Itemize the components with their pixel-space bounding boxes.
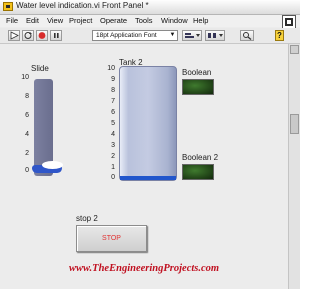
chevron-down-icon: ▼ [169,32,176,38]
watermark-text: www.TheEngineeringProjects.com [68,263,220,274]
scroll-up-button[interactable] [290,45,299,54]
tank-scale-tick: 3 [111,142,115,149]
search-button[interactable] [240,30,254,41]
slide-scale-tick: 6 [25,112,29,119]
vertical-scrollbar[interactable] [288,44,300,289]
boolean-2-led [182,164,214,180]
tank-scale-tick: 7 [111,98,115,105]
slide-label: Slide [31,64,49,73]
slide-thumb[interactable] [42,161,63,169]
slide-scale-tick: 0 [25,167,29,174]
tank-scale-tick: 2 [111,153,115,160]
run-continuous-button[interactable] [22,30,34,41]
menu-window[interactable]: Window [161,16,188,25]
vi-icon[interactable] [282,15,296,29]
labview-front-panel-window: Water level indication.vi Front Panel * … [0,0,300,289]
menu-file[interactable]: File [6,16,18,25]
tank-scale-tick: 9 [111,76,115,83]
help-icon[interactable]: ? [275,30,284,41]
run-continuous-icon [24,32,32,39]
window-title: Water level indication.vi Front Panel * [16,1,149,10]
stop-button[interactable]: STOP [76,225,147,252]
toolbar: 18pt Application Font ▼ ? [0,28,300,44]
search-icon [243,32,252,40]
slide-scale-tick: 4 [25,131,29,138]
slide-scale-tick: 10 [21,74,29,81]
distribute-icon [208,33,223,38]
tank-scale-tick: 4 [111,131,115,138]
menu-project[interactable]: Project [69,16,92,25]
run-arrow-button[interactable] [8,30,20,41]
stop-label: stop 2 [76,214,98,223]
labview-app-icon [3,2,13,11]
stop-button-text: STOP [102,235,121,242]
title-bar: Water level indication.vi Front Panel * [0,0,300,15]
tank-indicator [119,66,177,181]
font-select-value: 18pt Application Font [96,32,157,39]
slide-scale-tick: 8 [25,93,29,100]
pause-icon [54,33,59,38]
menu-operate[interactable]: Operate [100,16,127,25]
menu-bar: File Edit View Project Operate Tools Win… [0,15,300,29]
menu-edit[interactable]: Edit [26,16,39,25]
align-objects-button[interactable] [182,30,202,41]
menu-tools[interactable]: Tools [135,16,153,25]
tank-fill [120,176,176,180]
distribute-objects-button[interactable] [205,30,225,41]
tank-scale-tick: 0 [111,174,115,181]
tank-scale-tick: 5 [111,120,115,127]
abort-button[interactable] [36,30,48,41]
menu-help[interactable]: Help [193,16,208,25]
scroll-thumb[interactable] [290,114,299,134]
boolean-2-label: Boolean 2 [182,153,219,162]
tank-scale-tick: 1 [111,164,115,171]
slide-scale-tick: 2 [25,150,29,157]
align-icon [185,33,200,38]
boolean-1-led [182,79,214,95]
abort-icon [38,32,46,39]
tank-scale-tick: 8 [111,87,115,94]
menu-view[interactable]: View [47,16,63,25]
pause-button[interactable] [50,30,62,41]
boolean-1-label: Boolean [182,68,212,77]
font-select[interactable]: 18pt Application Font ▼ [92,30,178,41]
run-arrow-icon [10,31,19,40]
tank-scale-tick: 6 [111,109,115,116]
tank-scale-tick: 10 [107,65,115,72]
